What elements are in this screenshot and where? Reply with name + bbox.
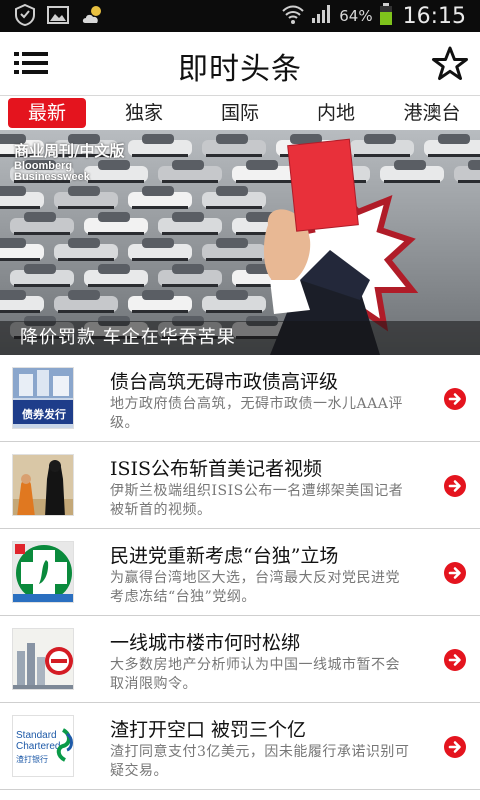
star-icon xyxy=(430,46,470,88)
thumb-caption: Chartered xyxy=(16,741,60,752)
news-title: ISIS公布斩首美记者视频 xyxy=(110,458,323,480)
list-item[interactable]: 债券发行 债台高筑无碍市政债高评级 地方政府债台高筑，无碍市政债一水儿AAA评级… xyxy=(0,355,480,442)
arrow-right-icon xyxy=(448,741,461,753)
magazine-name-cn: 商业周刊/中文版 xyxy=(14,142,125,160)
list-item[interactable]: ISIS公布斩首美记者视频 伊斯兰极端组织ISIS公布一名遭绑架美国记者被斩首的… xyxy=(0,442,480,529)
thumb-caption: 债券发行 xyxy=(22,407,66,421)
news-summary: 渣打同意支付3亿美元，因未能履行承诺识别可疑交易。 xyxy=(110,744,410,779)
signal-icon xyxy=(311,3,333,29)
battery-percent: 64% xyxy=(339,7,373,25)
category-tabs: 最新 独家 国际 内地 港澳台 xyxy=(0,96,480,130)
party-flag-thumbnail xyxy=(12,541,74,603)
news-summary: 地方政府债台高筑，无碍市政债一水儿AAA评级。 xyxy=(110,396,403,431)
arrow-right-icon xyxy=(448,567,461,579)
arrow-right-icon xyxy=(448,480,461,492)
open-article-button[interactable] xyxy=(444,388,466,410)
clock: 16:15 xyxy=(402,3,466,29)
news-summary: 伊斯兰极端组织ISIS公布一名遭绑架美国记者被斩首的视频。 xyxy=(110,483,404,518)
image-icon xyxy=(46,4,70,30)
open-article-button[interactable] xyxy=(444,475,466,497)
news-title: 债台高筑无碍市政债高评级 xyxy=(110,371,339,393)
news-title: 渣打开空口 被罚三个亿 xyxy=(110,719,307,741)
favorite-button[interactable] xyxy=(430,44,470,84)
news-title: 民进党重新考虑“台独”立场 xyxy=(110,545,339,567)
magazine-logo: 商业周刊/中文版 Bloomberg Businessweek xyxy=(14,140,124,183)
tab-latest[interactable]: 最新 xyxy=(8,98,86,128)
thumb-caption: Standard xyxy=(16,730,57,741)
shield-icon xyxy=(14,3,36,31)
bond-thumbnail: 债券发行 xyxy=(12,367,74,429)
open-article-button[interactable] xyxy=(444,649,466,671)
tab-exclusive[interactable]: 独家 xyxy=(96,98,192,128)
open-article-button[interactable] xyxy=(444,736,466,758)
weather-icon xyxy=(80,3,108,31)
magazine-name-en-2: Businessweek xyxy=(14,171,90,183)
status-bar: 64% 16:15 xyxy=(0,0,480,32)
arrow-right-icon xyxy=(448,654,461,666)
arrow-right-icon xyxy=(448,393,461,405)
title-bar: 即时头条 xyxy=(0,32,480,96)
list-item[interactable]: 民进党重新考虑“台独”立场 为赢得台湾地区大选，台湾最大反对党民进党考虑冻结“台… xyxy=(0,529,480,616)
tab-international[interactable]: 国际 xyxy=(192,98,288,128)
wifi-icon xyxy=(281,3,305,29)
bank-logo-thumbnail: Standard Chartered 渣打银行 xyxy=(12,715,74,777)
battery-icon xyxy=(379,2,393,30)
tab-hk-macau-taiwan[interactable]: 港澳台 xyxy=(384,98,480,128)
news-title: 一线城市楼市何时松绑 xyxy=(110,632,301,654)
open-article-button[interactable] xyxy=(444,562,466,584)
list-item[interactable]: 一线城市楼市何时松绑 大多数房地产分析师认为中国一线城市暂不会取消限购令。 xyxy=(0,616,480,703)
news-summary: 为赢得台湾地区大选，台湾最大反对党民进党考虑冻结“台独”党纲。 xyxy=(110,570,400,605)
thumb-caption: 渣打银行 xyxy=(16,754,48,764)
page-title: 即时头条 xyxy=(178,52,302,87)
news-summary: 大多数房地产分析师认为中国一线城市暂不会取消限购令。 xyxy=(110,657,400,692)
list-item[interactable]: Standard Chartered 渣打银行 渣打开空口 被罚三个亿 渣打同意… xyxy=(0,703,480,790)
tab-mainland[interactable]: 内地 xyxy=(288,98,384,128)
hostage-thumbnail xyxy=(12,454,74,516)
city-thumbnail xyxy=(12,628,74,690)
news-list: 债券发行 债台高筑无碍市政债高评级 地方政府债台高筑，无碍市政债一水儿AAA评级… xyxy=(0,355,480,790)
hero-caption[interactable]: 降价罚款 车企在华吞苦果 xyxy=(0,321,480,355)
hero-banner[interactable]: 商业周刊/中文版 Bloomberg Businessweek 降价罚款 车企在… xyxy=(0,130,480,355)
